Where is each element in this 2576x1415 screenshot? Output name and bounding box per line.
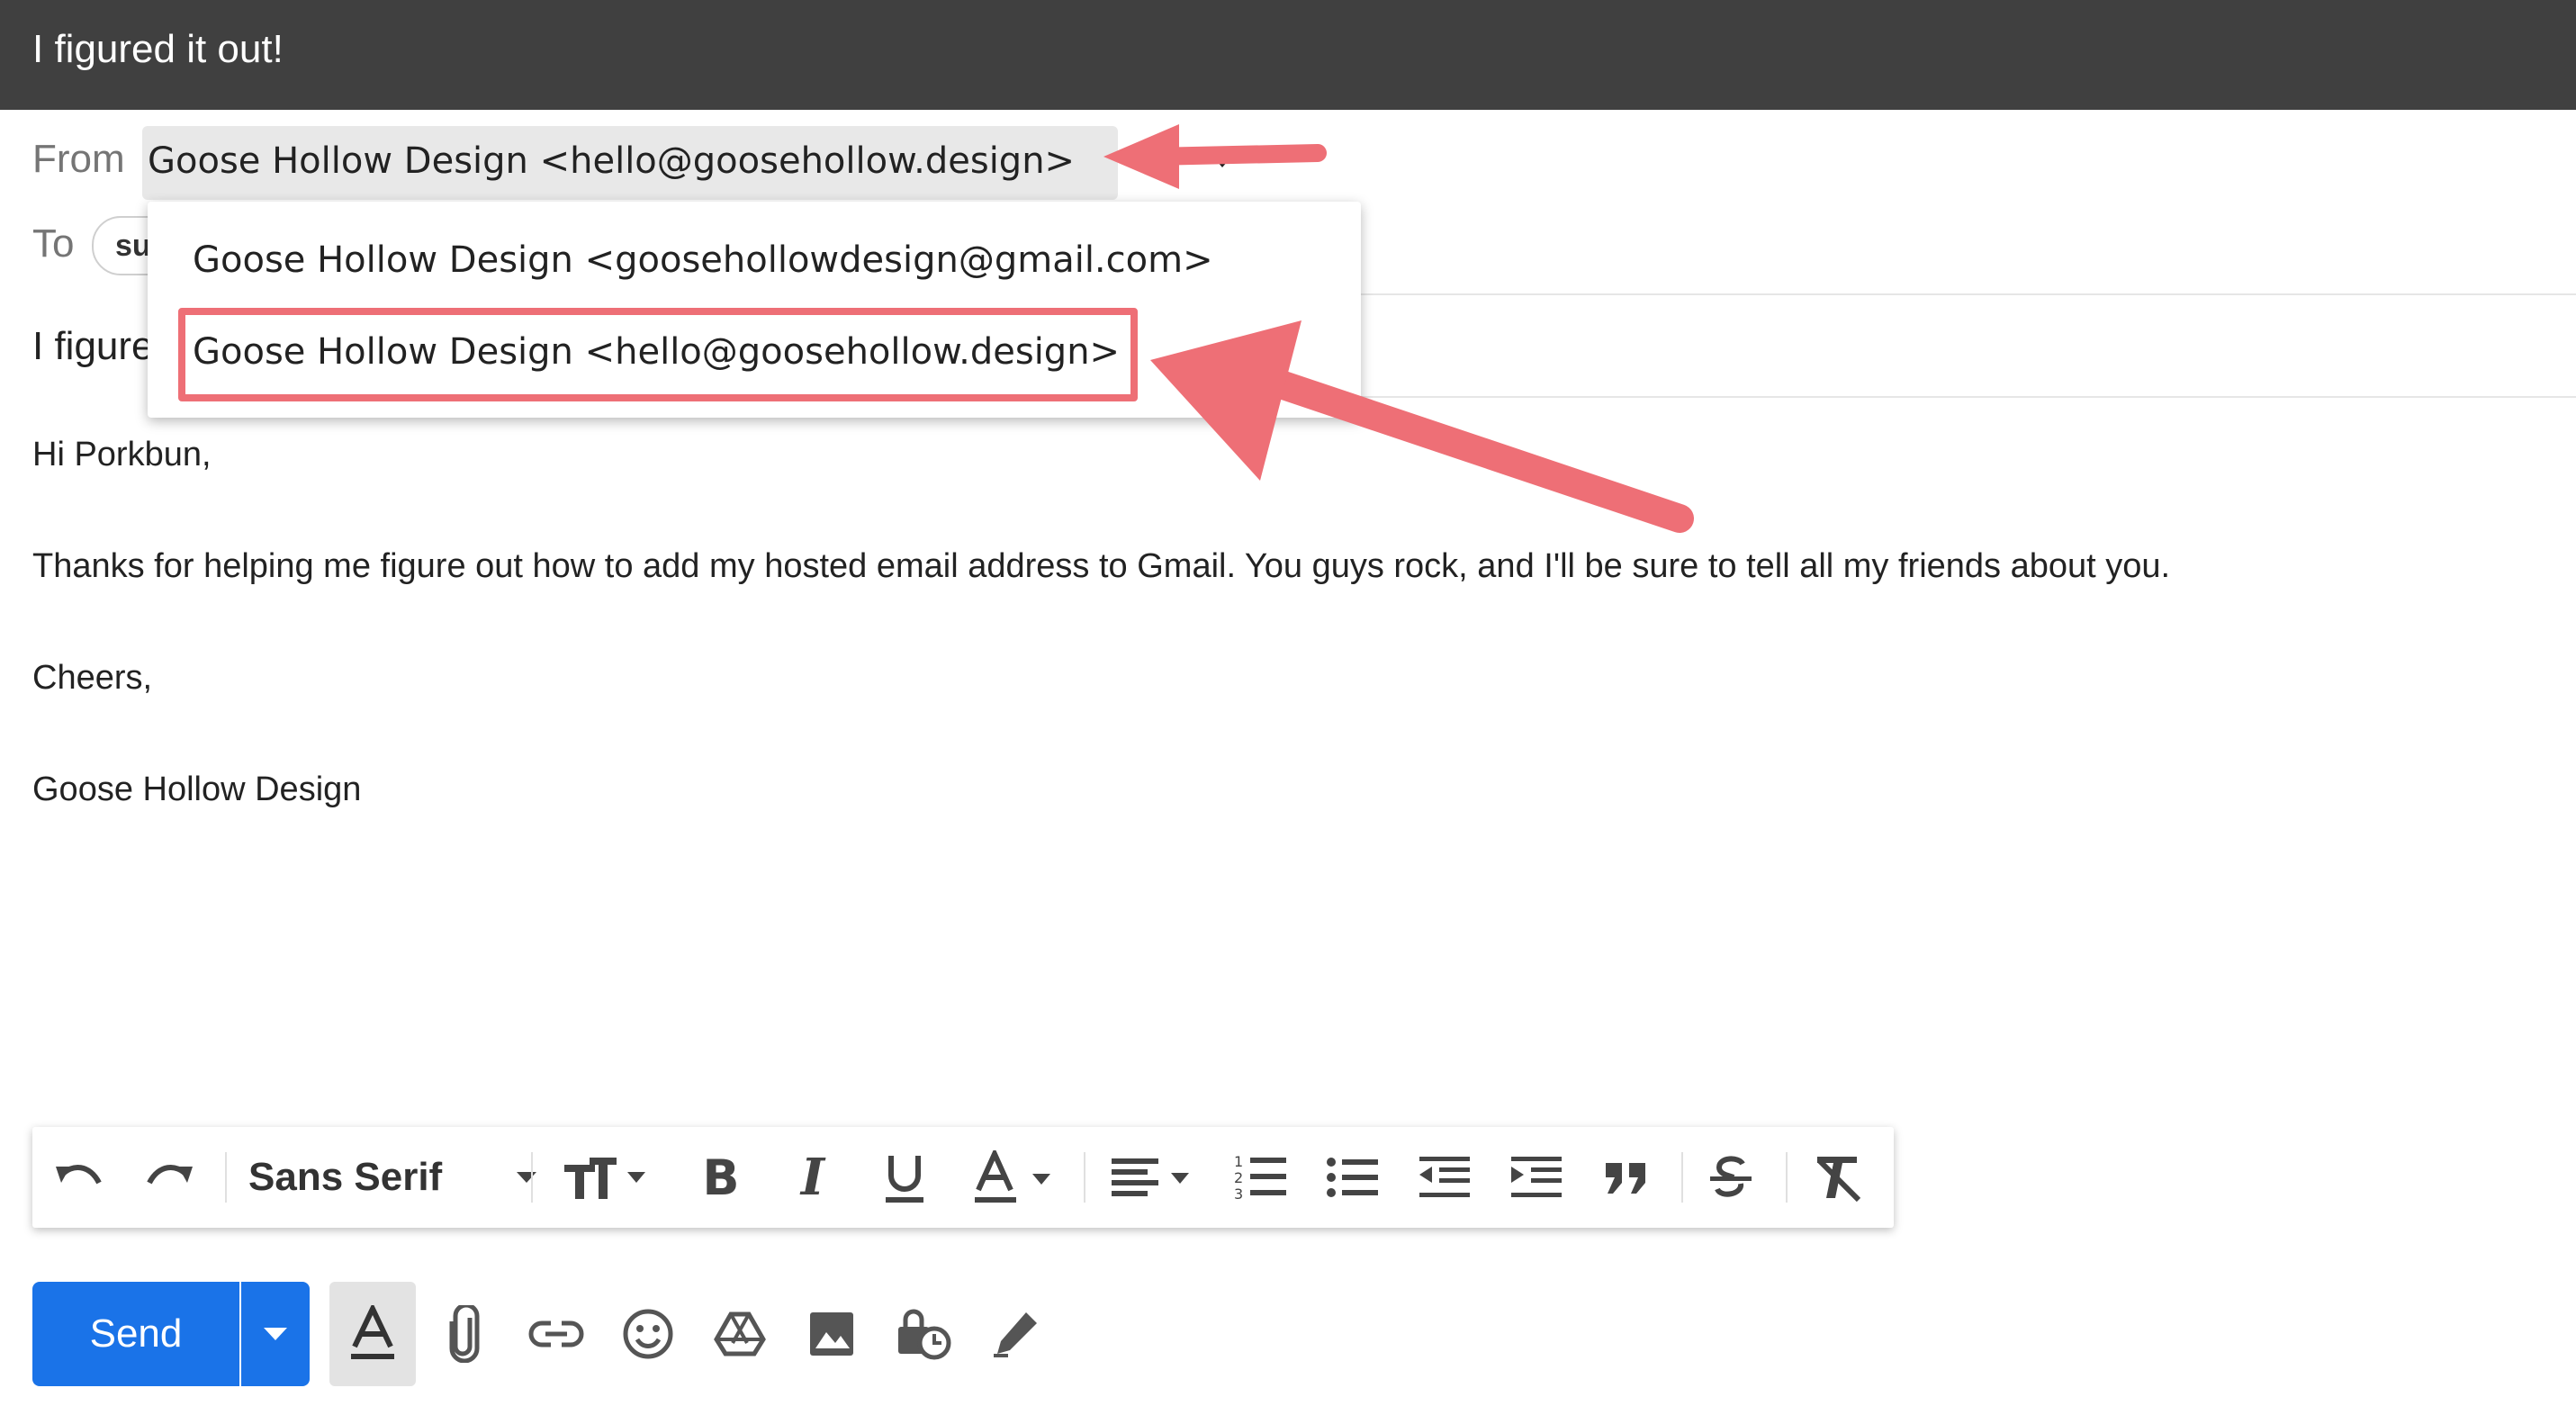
- photo-icon[interactable]: [788, 1282, 875, 1386]
- emoji-icon[interactable]: [605, 1282, 691, 1386]
- text-color-icon[interactable]: [965, 1127, 1064, 1228]
- to-label: To: [32, 221, 75, 266]
- bulleted-list-icon[interactable]: [1321, 1127, 1384, 1228]
- annotation-arrow-bottom: [1150, 320, 1694, 533]
- remove-formatting-icon[interactable]: [1806, 1127, 1872, 1228]
- font-family-value: Sans Serif: [248, 1155, 443, 1199]
- toolbar-separator: [1681, 1152, 1683, 1203]
- link-icon[interactable]: [513, 1282, 599, 1386]
- font-family-select[interactable]: Sans Serif: [248, 1127, 536, 1228]
- font-size-icon[interactable]: [551, 1127, 650, 1228]
- quote-icon[interactable]: [1595, 1127, 1658, 1228]
- numbered-list-icon[interactable]: 1 2 3: [1229, 1127, 1293, 1228]
- body-signature: Goose Hollow Design: [32, 771, 362, 808]
- signature-icon[interactable]: [972, 1282, 1058, 1386]
- annotation-highlight-box: [178, 308, 1138, 401]
- chevron-down-icon: [264, 1328, 287, 1340]
- body-closing: Cheers,: [32, 659, 153, 697]
- toolbar-separator: [225, 1152, 227, 1203]
- annotation-arrow-top: [1103, 124, 1327, 189]
- attach-icon[interactable]: [421, 1282, 508, 1386]
- send-group: Send: [32, 1282, 310, 1386]
- svg-text:3: 3: [1234, 1185, 1243, 1203]
- body-greeting: Hi Porkbun,: [32, 436, 212, 473]
- italic-icon[interactable]: I: [781, 1127, 844, 1228]
- toolbar-separator: [531, 1152, 533, 1203]
- from-select[interactable]: Goose Hollow Design <hello@goosehollow.d…: [142, 126, 1233, 200]
- toolbar-separator: [1084, 1152, 1085, 1203]
- indent-less-icon[interactable]: [1413, 1127, 1476, 1228]
- from-label: From: [32, 137, 125, 181]
- body-paragraph: Thanks for helping me figure out how to …: [32, 547, 2171, 585]
- svg-text:2: 2: [1234, 1169, 1243, 1186]
- formatting-options-icon[interactable]: [329, 1282, 416, 1386]
- send-button[interactable]: Send: [32, 1282, 239, 1386]
- send-options-button[interactable]: [241, 1282, 310, 1386]
- indent-more-icon[interactable]: [1505, 1127, 1568, 1228]
- compose-title: I figured it out!: [32, 27, 284, 71]
- svg-text:1: 1: [1234, 1153, 1243, 1170]
- chevron-down-icon: [517, 1172, 536, 1183]
- drive-icon[interactable]: [697, 1282, 783, 1386]
- bold-icon[interactable]: B: [689, 1127, 752, 1228]
- subject-input[interactable]: I figure: [32, 324, 154, 369]
- formatting-toolbar: Sans Serif B I 1 2 3: [32, 1127, 1894, 1228]
- undo-icon[interactable]: [49, 1127, 110, 1228]
- from-option-gmail[interactable]: Goose Hollow Design <goosehollowdesign@g…: [193, 239, 1213, 281]
- divider-to: [1359, 293, 2576, 295]
- redo-icon[interactable]: [139, 1127, 200, 1228]
- recipient-chip-text: su: [115, 229, 151, 263]
- underline-icon[interactable]: [873, 1127, 936, 1228]
- toolbar-separator: [1786, 1152, 1788, 1203]
- align-icon[interactable]: [1103, 1127, 1202, 1228]
- from-selected-value: Goose Hollow Design <hello@goosehollow.d…: [148, 140, 1076, 182]
- strikethrough-icon[interactable]: [1699, 1127, 1762, 1228]
- confidential-icon[interactable]: [880, 1282, 967, 1386]
- compose-title-bar: I figured it out!: [0, 0, 2576, 110]
